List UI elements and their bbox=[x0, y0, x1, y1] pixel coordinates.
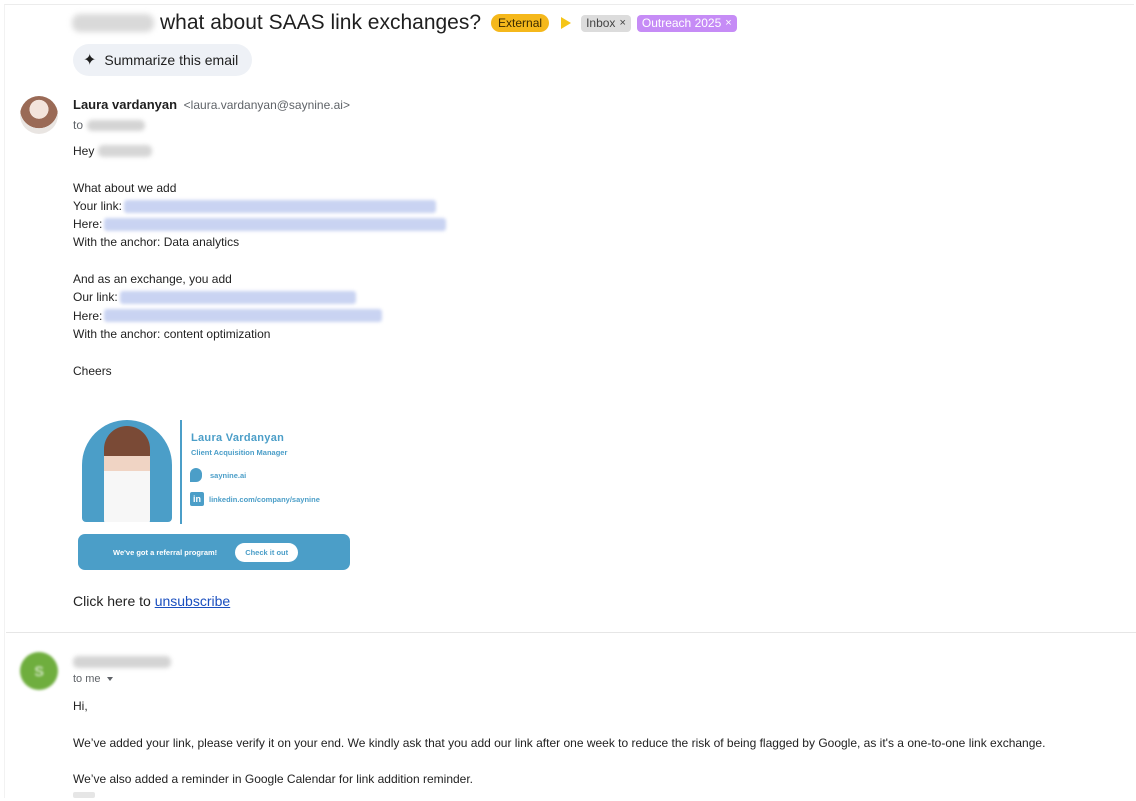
anchor-line-1: With the anchor: Data analytics bbox=[73, 235, 240, 250]
subject-row: what about SAAS link exchanges? External… bbox=[72, 8, 737, 38]
greeting-line: Hey bbox=[73, 142, 446, 160]
signature-title: Client Acquisition Manager bbox=[191, 448, 288, 457]
unsubscribe-line: Click here to unsubscribe bbox=[73, 593, 230, 609]
signature-photo bbox=[82, 420, 172, 522]
signature-person bbox=[104, 426, 150, 522]
here-line-2: Here: bbox=[73, 307, 446, 325]
unsubscribe-prefix: Click here to bbox=[73, 593, 151, 609]
remove-label-outreach-icon[interactable]: × bbox=[725, 17, 731, 29]
our-link-line: Our link: bbox=[73, 288, 446, 306]
email-subject: what about SAAS link exchanges? bbox=[160, 11, 482, 34]
recipients-line: to bbox=[73, 118, 146, 132]
email-signature: Laura Vardanyan Client Acquisition Manag… bbox=[82, 418, 352, 528]
redacted-link[interactable] bbox=[119, 291, 356, 305]
to-me-label: to me bbox=[73, 673, 101, 685]
reply-paragraph-2: We’ve also added a reminder in Google Ca… bbox=[73, 772, 474, 786]
reply-sender-avatar[interactable]: S bbox=[20, 652, 58, 690]
your-link-line: Your link: bbox=[73, 197, 446, 215]
summarize-email-label: Summarize this email bbox=[104, 52, 239, 68]
greeting-text: Hey bbox=[73, 144, 95, 158]
here-line-1: Here: bbox=[73, 215, 447, 233]
signature-name: Laura Vardanyan bbox=[191, 432, 285, 444]
redacted-link[interactable] bbox=[104, 217, 447, 231]
reply-greeting: Hi, bbox=[73, 699, 88, 713]
redacted-sender-name bbox=[73, 656, 171, 668]
label-chip-inbox[interactable]: Inbox × bbox=[581, 14, 631, 32]
redacted-link[interactable] bbox=[123, 199, 436, 213]
signature-linkedin-text: linkedin.com/company/saynine bbox=[209, 494, 320, 504]
email-thread-frame bbox=[4, 4, 1134, 798]
redacted-recipient-name bbox=[72, 14, 154, 32]
redacted-name bbox=[98, 145, 153, 158]
importance-marker-icon[interactable] bbox=[561, 17, 572, 29]
summarize-email-button[interactable]: ✦ Summarize this email bbox=[73, 44, 253, 76]
external-label: External bbox=[491, 14, 550, 32]
your-link-label: Your link: bbox=[73, 198, 122, 213]
sender-name[interactable]: Laura vardanyan bbox=[73, 97, 177, 112]
here-label: Here: bbox=[73, 308, 103, 323]
location-pin-icon bbox=[190, 468, 202, 482]
reply-paragraph-1: We’ve added your link, please verify it … bbox=[73, 736, 1046, 750]
remove-label-inbox-icon[interactable]: × bbox=[619, 17, 625, 29]
referral-banner[interactable]: We've got a referral program! Check it o… bbox=[78, 534, 350, 570]
sparkle-icon: ✦ bbox=[83, 52, 97, 69]
redacted-link[interactable] bbox=[104, 309, 383, 323]
linkedin-icon: in bbox=[190, 492, 204, 506]
referral-text: We've got a referral program! bbox=[113, 547, 218, 557]
signature-linkedin-link[interactable]: in linkedin.com/company/saynine bbox=[190, 492, 320, 506]
sender-avatar[interactable] bbox=[20, 96, 58, 134]
label-chip-outreach[interactable]: Outreach 2025 × bbox=[636, 14, 737, 32]
sender-line: Laura vardanyan <laura.vardanyan@saynine… bbox=[73, 97, 350, 112]
referral-check-button[interactable]: Check it out bbox=[235, 542, 299, 562]
here-label: Here: bbox=[73, 217, 103, 232]
redacted-recipient bbox=[87, 119, 146, 131]
intro-line: What about we add bbox=[73, 180, 177, 195]
unsubscribe-link[interactable]: unsubscribe bbox=[155, 593, 231, 609]
signature-website-link[interactable]: saynine.ai bbox=[190, 468, 246, 482]
sender-email: <laura.vardanyan@saynine.ai> bbox=[183, 98, 350, 112]
label-chip-inbox-text: Inbox bbox=[586, 16, 616, 30]
collapsed-content-indicator[interactable] bbox=[73, 792, 95, 798]
signature-divider bbox=[180, 420, 182, 524]
anchor-line-2: With the anchor: content optimization bbox=[73, 326, 271, 341]
chevron-down-icon[interactable] bbox=[106, 677, 113, 681]
message-body: Hey What about we add Your link: Here: W… bbox=[73, 142, 447, 380]
exchange-intro-line: And as an exchange, you add bbox=[73, 272, 232, 287]
signature-website-text: saynine.ai bbox=[210, 470, 247, 480]
to-label: to bbox=[73, 118, 84, 132]
label-chip-outreach-text: Outreach 2025 bbox=[641, 16, 722, 30]
our-link-label: Our link: bbox=[73, 290, 118, 305]
closing-line: Cheers bbox=[73, 363, 112, 378]
reply-sender-name[interactable] bbox=[73, 656, 171, 668]
reply-recipients[interactable]: to me bbox=[73, 673, 113, 685]
message-divider bbox=[6, 632, 1136, 633]
